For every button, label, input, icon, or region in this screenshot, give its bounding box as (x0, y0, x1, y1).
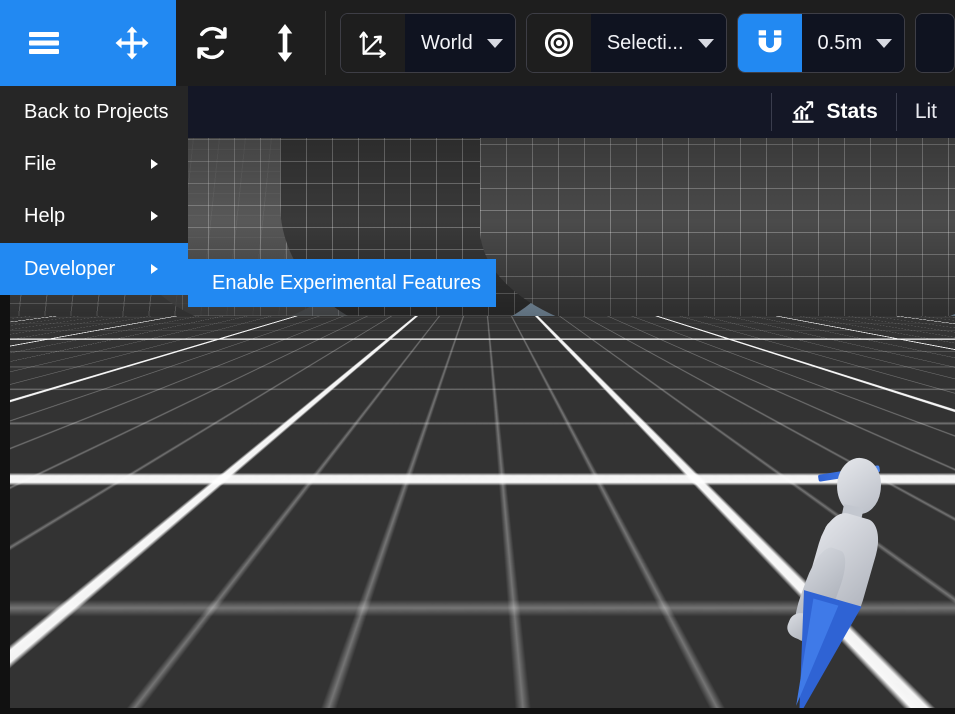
snap-toggle-button[interactable] (737, 14, 802, 72)
menu-item-label: Help (24, 204, 66, 227)
chevron-right-icon (151, 159, 158, 169)
menu-item-enable-experimental-features[interactable]: Enable Experimental Features (188, 259, 496, 307)
lit-label: Lit (914, 100, 937, 123)
lit-mode-toggle[interactable]: Lit (897, 86, 955, 138)
menu-item-back-to-projects[interactable]: Back to Projects (0, 86, 188, 138)
rotate-icon (194, 25, 230, 61)
main-menu-panel: Back to Projects File Help Developer (0, 86, 188, 295)
hamburger-menu-icon (26, 29, 62, 57)
pivot-mode-group: Selecti... (525, 13, 727, 73)
move-arrows-icon (113, 24, 151, 62)
menu-item-label: File (24, 152, 57, 175)
pivot-mode-icon-button[interactable] (526, 14, 591, 72)
chevron-down-icon (486, 38, 503, 48)
rotate-tool-button[interactable] (176, 0, 249, 86)
submenu-item-label: Enable Experimental Features (212, 271, 482, 294)
menu-item-developer[interactable]: Developer (0, 243, 188, 295)
coordinate-space-value: World (420, 31, 473, 54)
menu-item-label: Back to Projects (24, 100, 169, 123)
pivot-target-icon (543, 27, 575, 59)
snap-value-dropdown[interactable]: 0.5m (801, 14, 904, 72)
humanoid-character[interactable] (770, 455, 900, 708)
menu-item-label: Developer (24, 257, 116, 280)
chevron-down-icon (697, 38, 714, 48)
chart-trend-icon (790, 99, 816, 125)
toolbar-active-group (0, 0, 176, 86)
scale-vertical-arrow-icon (270, 24, 300, 62)
pivot-mode-dropdown[interactable]: Selecti... (590, 14, 726, 72)
axis-gizmo-icon (357, 27, 389, 59)
chevron-right-icon (151, 211, 158, 221)
move-tool-button[interactable] (88, 0, 176, 86)
scale-tool-button[interactable] (248, 0, 321, 86)
overflow-group-body[interactable] (915, 14, 928, 72)
chevron-right-icon (151, 264, 158, 274)
stats-label: Stats (826, 100, 878, 123)
chevron-down-icon (875, 38, 892, 48)
main-toolbar: World Selecti... 0.5m (0, 0, 955, 86)
magnet-icon (753, 26, 787, 60)
toolbar-divider (324, 11, 326, 75)
snap-group: 0.5m (736, 13, 905, 73)
pivot-mode-value: Selecti... (606, 31, 684, 54)
coordinate-space-dropdown[interactable]: World (404, 14, 515, 72)
overflow-group-partial[interactable] (914, 13, 955, 73)
stats-toggle[interactable]: Stats (772, 86, 895, 138)
menu-item-file[interactable]: File (0, 138, 188, 190)
coordinate-space-icon-button[interactable] (340, 14, 405, 72)
snap-value: 0.5m (817, 31, 862, 54)
app-root: Stats Lit World Selecti... 0.5m Back to … (0, 0, 955, 714)
hamburger-menu-button[interactable] (0, 0, 88, 86)
coordinate-space-group: World (339, 13, 516, 73)
menu-item-help[interactable]: Help (0, 190, 188, 242)
